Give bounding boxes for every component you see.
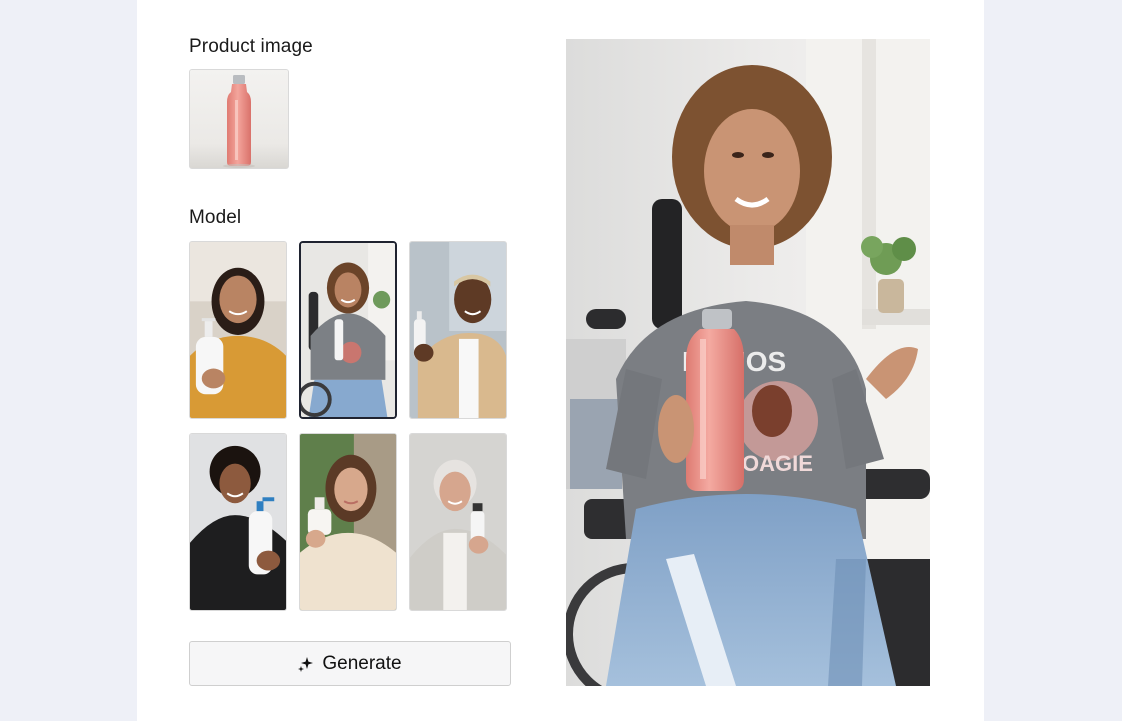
model-option-4[interactable] [189,433,287,611]
model-option-5[interactable] [299,433,397,611]
model-option-3[interactable] [409,241,507,419]
model-option-1[interactable] [189,241,287,419]
model-title: Model [189,207,242,228]
model-grid [189,241,511,613]
main-card: Product image Model Generate OAGIE [137,0,984,721]
model-option-6[interactable] [409,433,507,611]
generate-button[interactable]: Generate [189,641,511,686]
generate-button-label: Generate [322,652,402,674]
shirt-print-text-2: OAGIE [742,451,813,476]
product-image-thumbnail[interactable] [189,69,289,169]
model-option-2[interactable] [299,241,397,419]
product-image-title: Product image [189,36,313,57]
sparkle-icon [298,656,314,672]
generated-preview-image: RETIOS OAGIE [566,39,930,686]
